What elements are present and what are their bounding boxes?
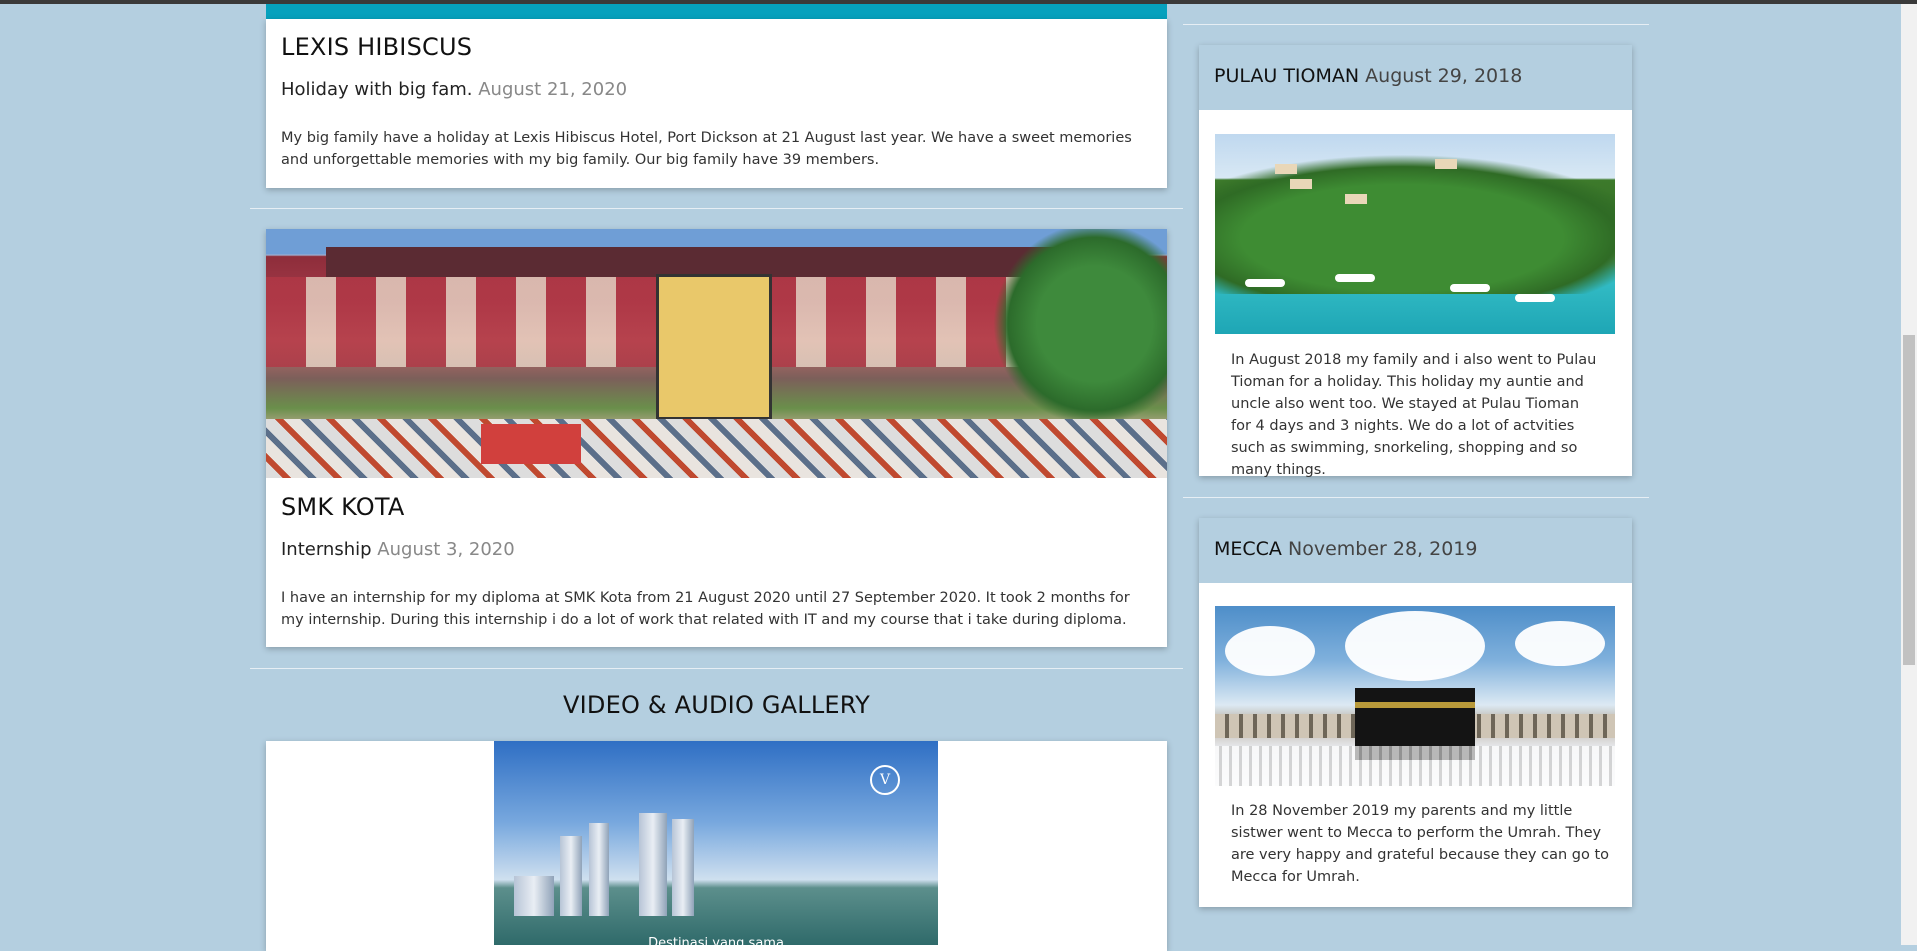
section-divider (250, 668, 1183, 669)
page-scrollbar-thumb[interactable] (1903, 335, 1915, 665)
sidebar-card-body: In 28 November 2019 my parents and my li… (1231, 803, 1610, 885)
sidebar-card-title: PULAU TIOMAN (1214, 65, 1360, 87)
gallery-heading: VIDEO & AUDIO GALLERY (563, 691, 870, 719)
post-subtitle-text: Internship (281, 539, 372, 560)
video-player[interactable]: V Destinasi yang sama (494, 741, 938, 945)
sidebar-card-heading: MECCA November 28, 2019 (1214, 538, 1477, 560)
post-date: August 3, 2020 (377, 539, 515, 560)
sidebar-card-heading: PULAU TIOMAN August 29, 2018 (1214, 65, 1522, 87)
post-card-lexis: LEXIS HIBISCUS Holiday with big fam. Aug… (266, 19, 1167, 188)
channel-logo-icon: V (870, 765, 900, 795)
post-subtitle: Holiday with big fam. August 21, 2020 (281, 79, 627, 100)
sidebar-divider (1183, 497, 1649, 498)
section-divider (250, 208, 1183, 209)
post-body: My big family have a holiday at Lexis Hi… (281, 130, 1132, 168)
mecca-photo (1215, 606, 1615, 786)
sidebar-card-header: MECCA November 28, 2019 (1199, 518, 1632, 583)
tioman-photo (1215, 134, 1615, 334)
post-body: I have an internship for my diploma at S… (281, 590, 1130, 628)
sidebar-card-body: In August 2018 my family and i also went… (1231, 352, 1597, 478)
sidebar-card-title: MECCA (1214, 538, 1282, 560)
post-title: LEXIS HIBISCUS (281, 33, 473, 61)
video-caption: Destinasi yang sama (648, 936, 784, 945)
post-subtitle: Internship August 3, 2020 (281, 539, 515, 560)
card-top-accent (266, 4, 1167, 19)
post-subtitle-text: Holiday with big fam. (281, 79, 473, 100)
post-title: SMK KOTA (281, 493, 405, 521)
sidebar-divider (1183, 24, 1649, 25)
sidebar-card-date: November 28, 2019 (1287, 538, 1478, 560)
sidebar-card-date: August 29, 2018 (1365, 65, 1523, 87)
smk-kota-photo (266, 229, 1167, 478)
sidebar-card-header: PULAU TIOMAN August 29, 2018 (1199, 45, 1632, 110)
post-date: August 21, 2020 (478, 79, 628, 100)
